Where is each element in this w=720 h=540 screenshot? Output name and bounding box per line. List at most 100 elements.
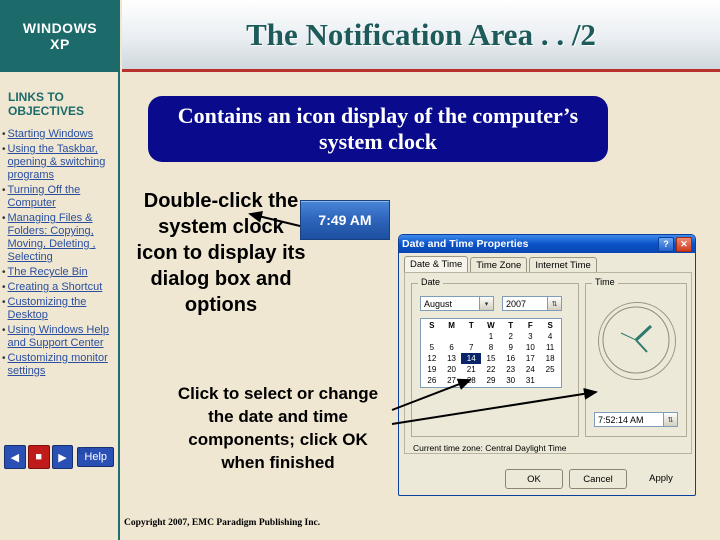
calendar-day[interactable]: 23: [501, 364, 521, 375]
month-select[interactable]: August ▾: [420, 296, 494, 311]
sidebar-link-label[interactable]: Starting Windows: [8, 128, 94, 141]
list-item[interactable]: • Starting Windows: [2, 128, 120, 141]
sidebar-link-label[interactable]: Customizing monitor settings: [8, 352, 120, 378]
time-spinner[interactable]: 7:52:14 AM ⇅: [594, 412, 678, 427]
calendar-day[interactable]: 27: [442, 375, 462, 386]
calendar-day[interactable]: 10: [521, 342, 541, 353]
sidebar-link-label[interactable]: The Recycle Bin: [8, 266, 88, 279]
tab-internet-time[interactable]: Internet Time: [529, 257, 597, 273]
date-and-time-properties-window[interactable]: Date and Time Properties ? ✕ Date & Time…: [398, 234, 696, 496]
stop-square-icon[interactable]: ■: [27, 445, 50, 469]
time-group: Time 7:52:14 AM ⇅: [585, 277, 687, 437]
calendar-day[interactable]: 1: [481, 331, 501, 342]
calendar-day[interactable]: [461, 331, 481, 342]
calendar-day[interactable]: 11: [540, 342, 560, 353]
calendar-day[interactable]: 12: [422, 353, 442, 364]
sidebar-link-label[interactable]: Customizing the Desktop: [8, 296, 120, 322]
analog-clock: [598, 302, 676, 380]
list-item[interactable]: • Creating a Shortcut: [2, 281, 120, 294]
analog-clock-face-icon: [602, 306, 670, 374]
bullet-icon: •: [2, 213, 6, 224]
calendar-day[interactable]: 4: [540, 331, 560, 342]
calendar-day[interactable]: [422, 331, 442, 342]
weekday-header: T: [508, 321, 514, 330]
list-item[interactable]: • Turning Off the Computer: [2, 184, 120, 210]
calendar-day-selected[interactable]: 14: [461, 353, 482, 364]
calendar-day[interactable]: 22: [481, 364, 501, 375]
weekday-header: W: [487, 321, 495, 330]
calendar-table: S M T W T F S 1 2 3 4 5 6 7 8 9 10 11 12…: [422, 320, 560, 386]
close-icon[interactable]: ✕: [676, 236, 692, 252]
calendar-day[interactable]: 29: [481, 375, 501, 386]
date-group-label: Date: [418, 277, 444, 287]
list-item[interactable]: • Customizing the Desktop: [2, 296, 120, 322]
calendar-day[interactable]: 20: [442, 364, 462, 375]
year-spinner[interactable]: 2007 ⇅: [502, 296, 562, 311]
calendar-day[interactable]: [442, 331, 462, 342]
calendar-day[interactable]: 25: [540, 364, 560, 375]
calendar-day[interactable]: 28: [461, 375, 481, 386]
calendar-day[interactable]: 6: [442, 342, 462, 353]
list-item[interactable]: • The Recycle Bin: [2, 266, 120, 279]
copyright-notice: Copyright 2007, EMC Paradigm Publishing …: [124, 518, 321, 528]
calendar-day[interactable]: 18: [540, 353, 560, 364]
cancel-button[interactable]: Cancel: [569, 469, 627, 489]
tab-date-and-time[interactable]: Date & Time: [404, 256, 469, 272]
calendar-day[interactable]: 19: [422, 364, 442, 375]
links-to-objectives-title: LINKS TO OBJECTIVES: [8, 90, 85, 118]
instruction-paragraph-2: Click to select or change the date and t…: [177, 384, 379, 472]
calendar-day[interactable]: [540, 375, 560, 386]
sidebar-link-label[interactable]: Using Windows Help and Support Center: [8, 324, 120, 350]
help-icon[interactable]: ?: [658, 236, 674, 252]
calendar-day[interactable]: 16: [501, 353, 521, 364]
spinner-updown-icon[interactable]: ⇅: [547, 297, 561, 310]
header-bar: The Notification Area . . /2: [122, 0, 720, 72]
calendar-row: 26 27 28 29 30 31: [422, 375, 560, 386]
calendar-day[interactable]: 2: [501, 331, 521, 342]
calendar-day[interactable]: 8: [481, 342, 501, 353]
tab-time-zone[interactable]: Time Zone: [470, 257, 528, 273]
list-item[interactable]: • Customizing monitor settings: [2, 352, 120, 378]
system-clock-thumbnail[interactable]: 7:49 AM: [300, 200, 390, 240]
window-title-bar[interactable]: Date and Time Properties ? ✕: [399, 235, 695, 253]
calendar-row: 5 6 7 8 9 10 11: [422, 342, 560, 353]
time-value: 7:52:14 AM: [598, 414, 644, 425]
list-item[interactable]: • Using the Taskbar, opening & switching …: [2, 143, 120, 182]
weekday-header: S: [547, 321, 553, 330]
sidebar-link-label[interactable]: Using the Taskbar, opening & switching p…: [8, 143, 120, 182]
calendar-day[interactable]: 21: [461, 364, 481, 375]
play-triangle-icon[interactable]: ▶: [51, 445, 74, 469]
sidebar-link-label[interactable]: Managing Files & Folders: Copying, Movin…: [8, 212, 120, 264]
calendar-day[interactable]: 7: [461, 342, 481, 353]
spinner-updown-icon[interactable]: ⇅: [663, 413, 677, 426]
calendar-day[interactable]: 13: [442, 353, 462, 364]
brand-line-1: WINDOWS: [22, 20, 98, 36]
calendar-header-row: S M T W T F S: [422, 320, 560, 331]
ok-button[interactable]: OK: [505, 469, 563, 489]
previous-triangle-icon[interactable]: ◀: [4, 445, 26, 469]
apply-button[interactable]: Apply: [633, 469, 689, 487]
calendar-row: 12 13 14 15 16 17 18: [422, 353, 560, 364]
calendar-day[interactable]: 3: [521, 331, 541, 342]
calendar-day[interactable]: 17: [521, 353, 541, 364]
brand-box: WINDOWS XP: [0, 0, 120, 72]
calendar-day[interactable]: 24: [521, 364, 541, 375]
sidebar-link-label[interactable]: Creating a Shortcut: [8, 281, 103, 294]
calendar-day[interactable]: 15: [481, 353, 501, 364]
list-item[interactable]: • Managing Files & Folders: Copying, Movi…: [2, 212, 120, 264]
window-title: Date and Time Properties: [402, 238, 529, 250]
sidebar-link-label[interactable]: Turning Off the Computer: [8, 184, 120, 210]
page-title: The Notification Area . . /2: [246, 16, 596, 52]
dialog-body: Date August ▾ 2007 ⇅ S M T W T F S 1 2 3…: [404, 272, 692, 454]
bullet-icon: •: [2, 297, 6, 308]
calendar-grid[interactable]: S M T W T F S 1 2 3 4 5 6 7 8 9 10 11 12…: [420, 318, 562, 388]
calendar-day[interactable]: 30: [501, 375, 521, 386]
bullet-icon: •: [2, 282, 6, 293]
list-item[interactable]: • Using Windows Help and Support Center: [2, 324, 120, 350]
month-value: August: [424, 298, 453, 309]
calendar-day[interactable]: 5: [422, 342, 442, 353]
calendar-day[interactable]: 26: [422, 375, 442, 386]
calendar-day[interactable]: 9: [501, 342, 521, 353]
calendar-day[interactable]: 31: [521, 375, 541, 386]
chevron-down-icon[interactable]: ▾: [479, 297, 493, 310]
